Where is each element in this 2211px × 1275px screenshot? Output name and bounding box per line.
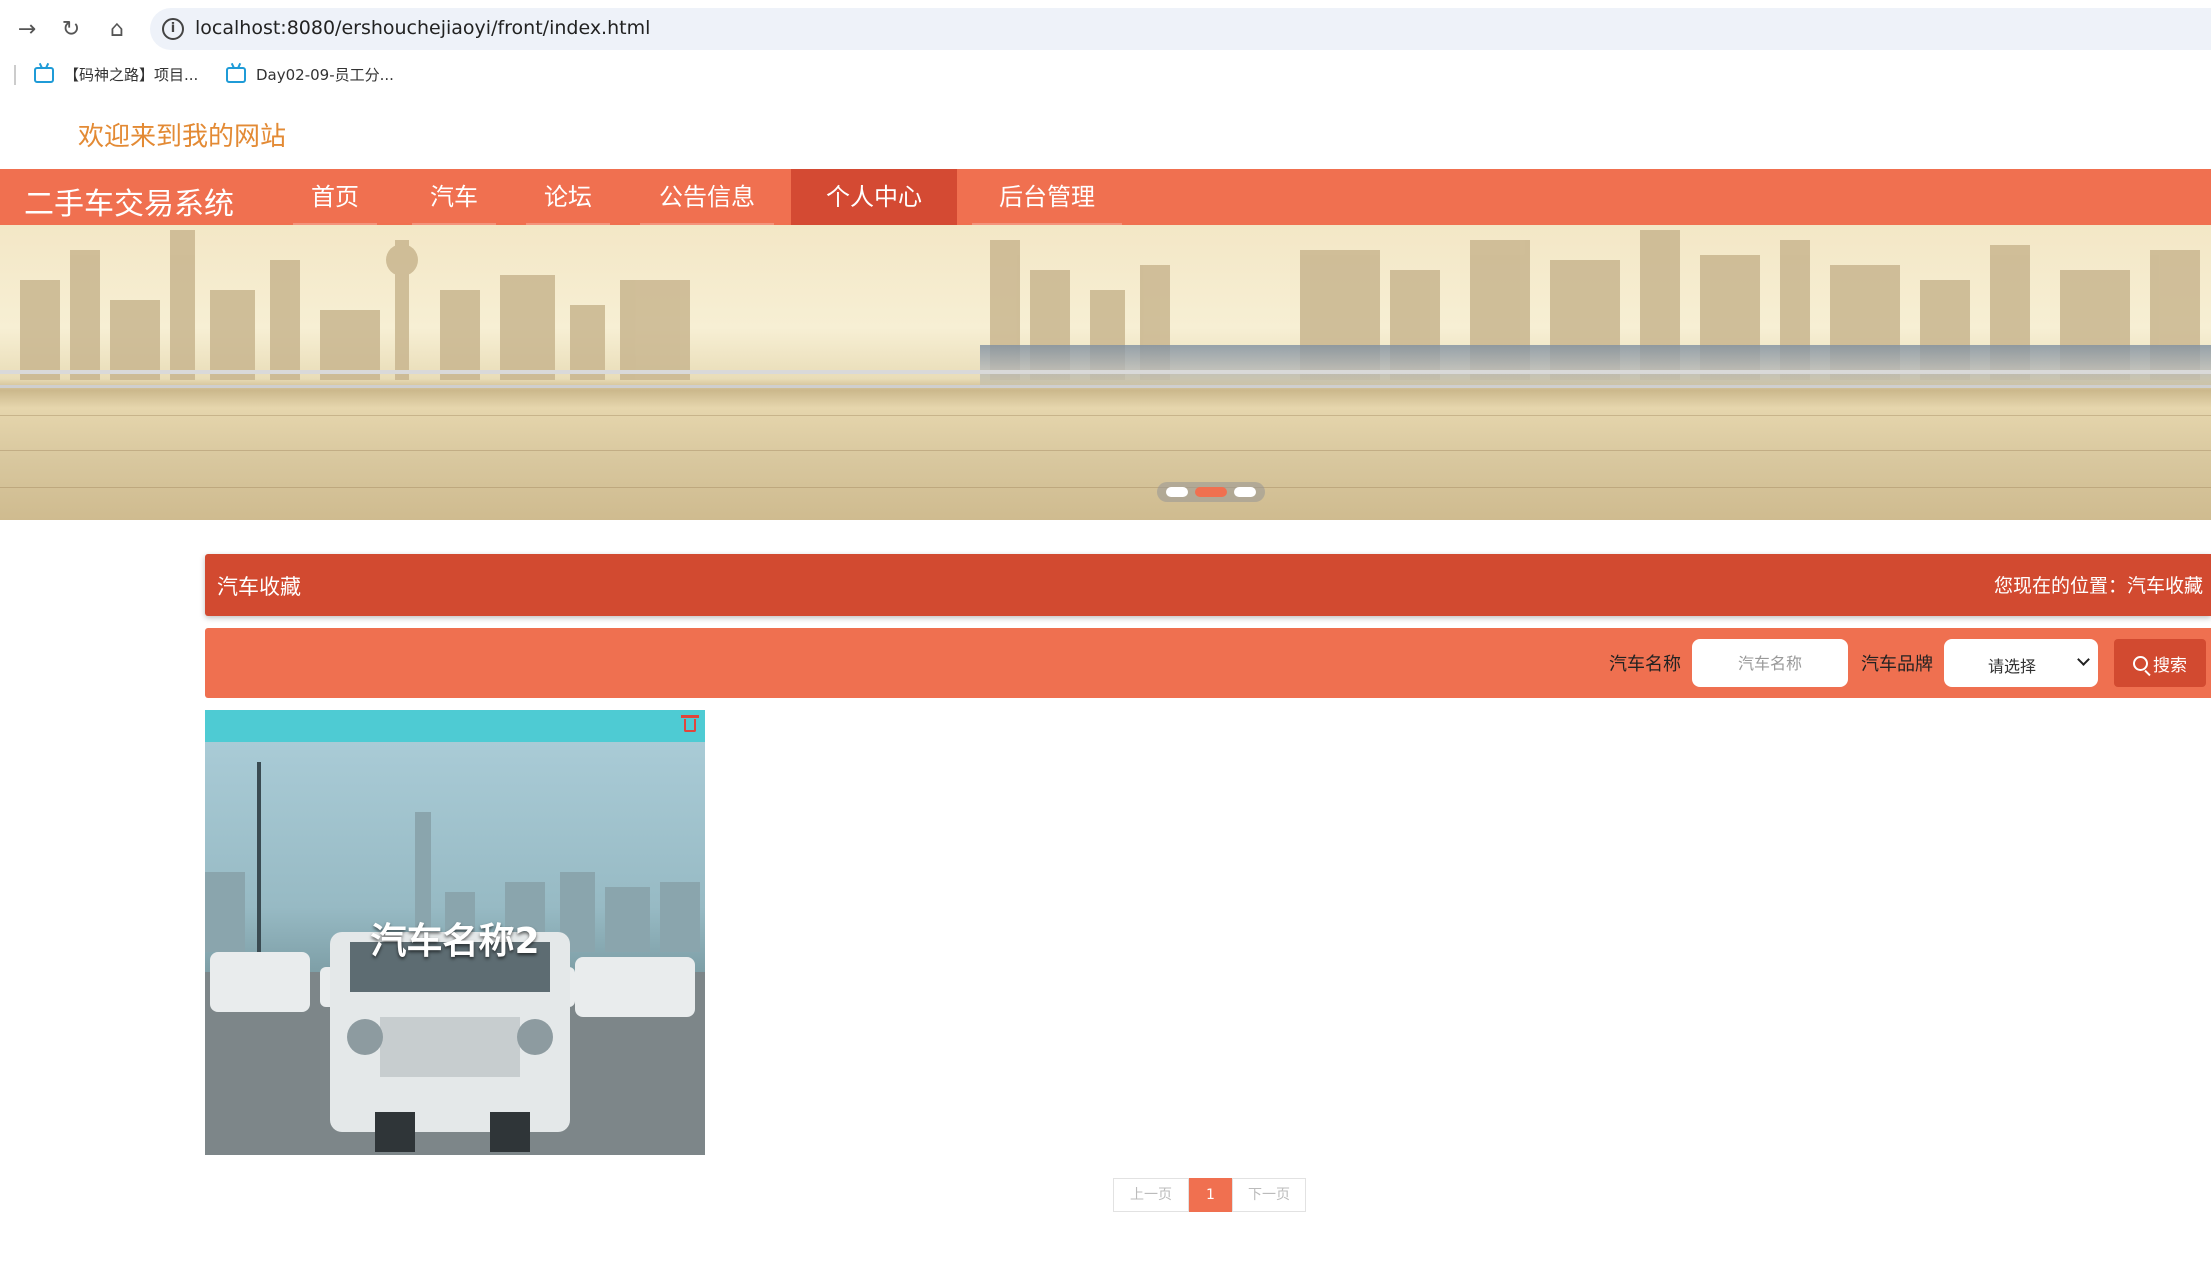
car-brand-label: 汽车品牌 [1861,654,1933,675]
carousel-indicators [1157,482,1265,502]
site-info-icon[interactable]: i [162,18,184,40]
section-title: 汽车收藏 [217,575,301,599]
next-page-button[interactable]: 下一页 [1232,1178,1306,1212]
carousel-dot[interactable] [1233,487,1256,497]
search-button[interactable]: 搜索 [2114,639,2206,687]
card-header [205,710,705,742]
river-image [980,345,2211,385]
railing-decoration [0,370,2211,374]
prev-page-button[interactable]: 上一页 [1113,1178,1189,1212]
address-bar[interactable]: i localhost:8080/ershouchejiaoyi/front/i… [150,8,2211,50]
bookmarks-bar: 【码神之路】项目... Day02-09-员工分... [0,58,2211,94]
breadcrumb: 您现在的位置：汽车收藏 [1993,575,2203,597]
car-brand-select[interactable]: 请选择 [1944,639,2098,687]
site-brand: 二手车交易系统 [24,187,234,222]
trash-icon[interactable] [681,715,699,732]
nav-forum[interactable]: 论坛 [526,169,610,225]
bookmark-label: Day02-09-员工分... [256,66,394,84]
carousel-dot[interactable] [1166,487,1189,497]
bilibili-icon [34,66,54,83]
car-photo[interactable]: 汽车名称2 [205,742,705,1155]
browser-toolbar: → ↻ ⌂ i localhost:8080/ershouchejiaoyi/f… [0,0,2211,58]
car-name: 汽车名称2 [370,921,540,962]
car-brand-selected: 请选择 [1988,657,2037,676]
car-name-input[interactable] [1692,639,1848,687]
railing-decoration [0,385,2211,388]
search-panel: 汽车名称 汽车品牌 请选择 搜索 [205,628,2211,698]
home-icon[interactable]: ⌂ [102,14,132,44]
favorite-car-card[interactable]: 汽车名称2 [205,710,705,1155]
deck-decoration [0,415,2211,416]
carousel-dot-active[interactable] [1194,487,1227,497]
pagination: 上一页 1 下一页 [1113,1178,1306,1212]
bookmark-item[interactable]: 【码神之路】项目... [34,64,198,85]
deck-decoration [0,487,2211,488]
nav-cars[interactable]: 汽车 [412,169,496,225]
main-navbar: 二手车交易系统 首页 汽车 论坛 公告信息 个人中心 后台管理 [0,169,2211,225]
back-arrow-icon[interactable]: → [12,14,42,44]
reload-icon[interactable]: ↻ [56,14,86,44]
nav-announcements[interactable]: 公告信息 [640,169,774,225]
bilibili-icon [226,66,246,83]
nav-personal-center[interactable]: 个人中心 [791,169,957,225]
bookmark-item[interactable]: Day02-09-员工分... [226,64,394,85]
hero-banner [0,225,2211,520]
bookmark-separator [14,65,16,85]
car-name-label: 汽车名称 [1609,654,1681,675]
bookmark-label: 【码神之路】项目... [64,66,199,84]
chevron-down-icon [2077,653,2090,666]
section-header: 汽车收藏 您现在的位置：汽车收藏 [205,554,2211,616]
url-text[interactable]: localhost:8080/ershouchejiaoyi/front/ind… [195,17,650,39]
search-icon [2133,655,2148,671]
welcome-text: 欢迎来到我的网站 [78,122,287,152]
deck-decoration [0,450,2211,451]
page-number-button[interactable]: 1 [1189,1178,1232,1212]
nav-home[interactable]: 首页 [293,169,377,225]
nav-admin[interactable]: 后台管理 [972,169,1122,225]
search-button-label: 搜索 [2153,655,2187,676]
